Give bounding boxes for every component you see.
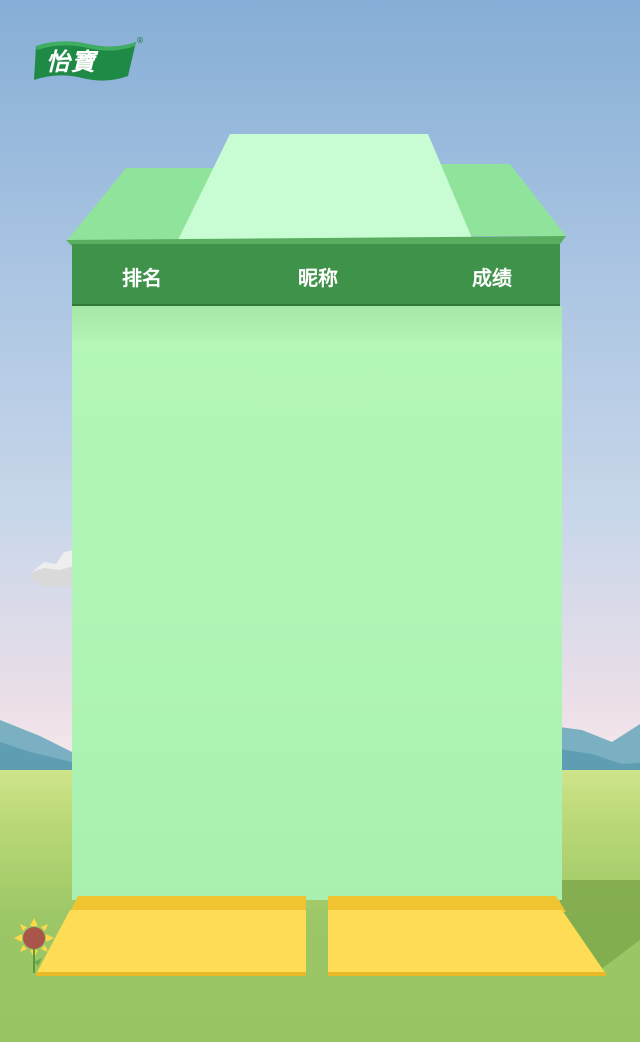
score-column-header: 成绩 [472, 266, 512, 290]
right-button[interactable] [326, 894, 610, 978]
nickname-column-header: 昵称 [298, 266, 338, 290]
sunflower-icon [14, 918, 54, 973]
left-button[interactable] [32, 894, 312, 978]
brand-logo: 怡寶 ® [32, 36, 146, 84]
leaderboard-header: 排名 昵称 成绩 [72, 244, 560, 306]
leaderboard-list[interactable] [72, 306, 562, 900]
game-scene: 排名 昵称 成绩 怡寶 ® [0, 0, 640, 1042]
logo-text: 怡寶 [46, 48, 96, 76]
board-roof [66, 134, 566, 246]
rank-column-header: 排名 [122, 266, 162, 290]
registered-mark: ® [136, 36, 144, 45]
header-shadow [72, 306, 562, 342]
